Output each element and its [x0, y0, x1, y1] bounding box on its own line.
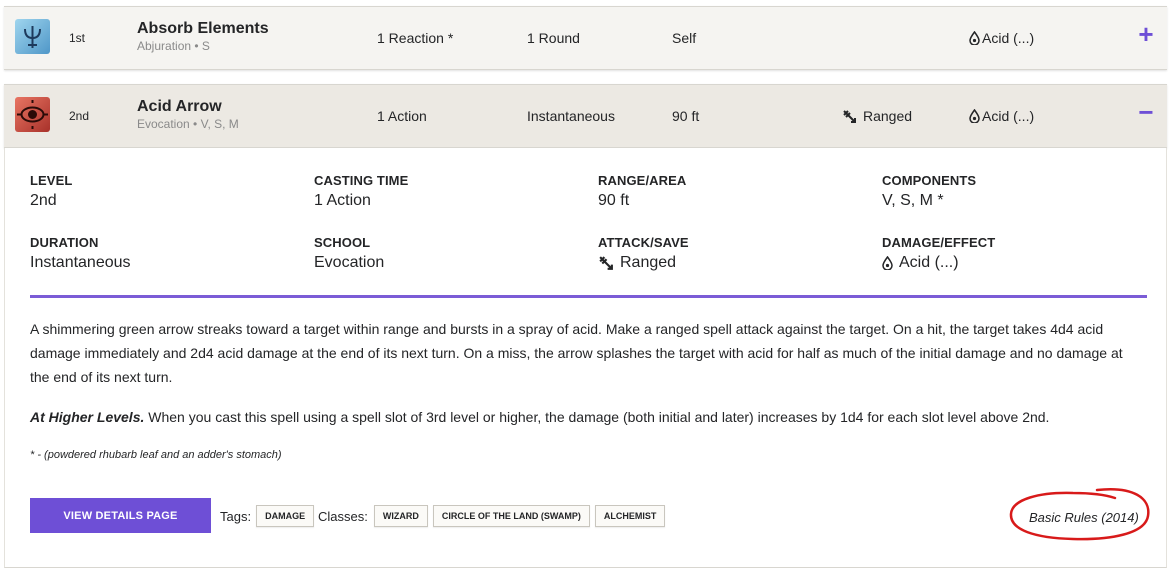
acid-drop-icon	[969, 109, 980, 123]
spell-level: 2nd	[69, 109, 90, 123]
collapse-button[interactable]: −	[1135, 99, 1157, 125]
spell-attack-label: Ranged	[863, 108, 913, 124]
spell-attack: Ranged	[842, 108, 912, 124]
tags-label: Tags:	[220, 508, 252, 524]
stat-value: V, S, M *	[882, 192, 944, 209]
class-tag-alchemist[interactable]: ALCHEMIST	[594, 505, 666, 527]
evocation-eye-icon	[15, 97, 50, 132]
stat-damage-effect: DAMAGE/EFFECT Acid (...)	[882, 235, 995, 272]
spell-duration: Instantaneous	[527, 108, 615, 124]
stat-label: RANGE/AREA	[598, 173, 687, 188]
material-component-note: * - (powdered rhubarb leaf and an adder'…	[30, 449, 282, 461]
spell-description: A shimmering green arrow streaks toward …	[30, 321, 1123, 385]
stat-label: LEVEL	[30, 173, 73, 188]
stat-value: 1 Action	[314, 192, 371, 209]
spell-duration: 1 Round	[527, 30, 580, 46]
stat-school: SCHOOL Evocation	[314, 235, 384, 272]
spell-casting-time: 1 Reaction *	[377, 30, 454, 46]
spell-name: Acid Arrow	[137, 98, 222, 115]
spell-school: Abjuration • S	[137, 39, 210, 53]
stat-label: ATTACK/SAVE	[598, 235, 689, 250]
spell-details-panel: LEVEL 2nd CASTING TIME 1 Action RANGE/AR…	[4, 148, 1167, 568]
classes-group: Classes: WIZARD CIRCLE OF THE LAND (SWAM…	[318, 505, 666, 527]
stat-value: Acid (...)	[882, 254, 995, 272]
stat-value: Instantaneous	[30, 254, 131, 271]
stat-casting-time: CASTING TIME 1 Action	[314, 173, 408, 210]
ranged-attack-icon	[599, 256, 613, 270]
spell-row-absorb-elements[interactable]: 1st Absorb Elements Abjuration • S 1 Rea…	[4, 6, 1167, 70]
stat-value: Ranged	[598, 254, 689, 272]
stat-range: RANGE/AREA 90 ft	[598, 173, 686, 210]
higher-levels-body: When you cast this spell using a spell s…	[144, 409, 1050, 425]
spell-damage-label: Acid (...)	[982, 108, 1035, 124]
spell-row-acid-arrow[interactable]: 2nd Acid Arrow Evocation • V, S, M 1 Act…	[4, 84, 1167, 148]
stat-label: DURATION	[30, 235, 99, 250]
expand-button[interactable]: +	[1135, 21, 1157, 47]
stat-label: DAMAGE/EFFECT	[882, 235, 996, 250]
higher-levels-text: At Higher Levels. When you cast this spe…	[30, 405, 1140, 429]
view-details-button[interactable]: VIEW DETAILS PAGE	[30, 498, 211, 533]
stat-value-text: Ranged	[620, 254, 677, 271]
tag-damage[interactable]: DAMAGE	[256, 505, 315, 527]
stat-duration: DURATION Instantaneous	[30, 235, 131, 272]
ranged-attack-icon	[843, 109, 856, 123]
spell-name: Absorb Elements	[137, 20, 269, 37]
spell-damage: Acid (...)	[969, 108, 1034, 124]
spell-school: Evocation • V, S, M	[137, 117, 239, 131]
trident-icon	[15, 19, 50, 54]
spell-range: 90 ft	[672, 108, 700, 124]
spell-casting-time: 1 Action	[377, 108, 427, 124]
tags-group: Tags: DAMAGE	[220, 505, 315, 527]
stat-label: COMPONENTS	[882, 173, 977, 188]
stat-label: CASTING TIME	[314, 173, 409, 188]
higher-levels-label: At Higher Levels.	[30, 409, 145, 425]
stat-components: COMPONENTS V, S, M *	[882, 173, 976, 210]
stat-label: SCHOOL	[314, 235, 371, 250]
stat-value-text: Acid (...)	[899, 254, 959, 271]
spell-level: 1st	[69, 31, 86, 45]
acid-drop-icon	[969, 31, 980, 45]
spell-damage: Acid (...)	[969, 30, 1034, 46]
stat-value: Evocation	[314, 254, 385, 271]
classes-label: Classes:	[318, 508, 368, 524]
spell-range: Self	[672, 30, 697, 46]
class-tag-wizard[interactable]: WIZARD	[373, 505, 428, 527]
stat-value: 90 ft	[598, 192, 630, 209]
class-tag-circle-of-the-land[interactable]: CIRCLE OF THE LAND (SWAMP)	[432, 505, 590, 527]
acid-drop-icon	[882, 256, 893, 270]
section-divider	[30, 295, 1147, 298]
source-book[interactable]: Basic Rules (2014)	[1029, 510, 1139, 525]
spell-damage-label: Acid (...)	[982, 30, 1035, 46]
stat-attack-save: ATTACK/SAVE Ranged	[598, 235, 689, 272]
stat-value: 2nd	[30, 192, 57, 209]
stat-level: LEVEL 2nd	[30, 173, 72, 210]
